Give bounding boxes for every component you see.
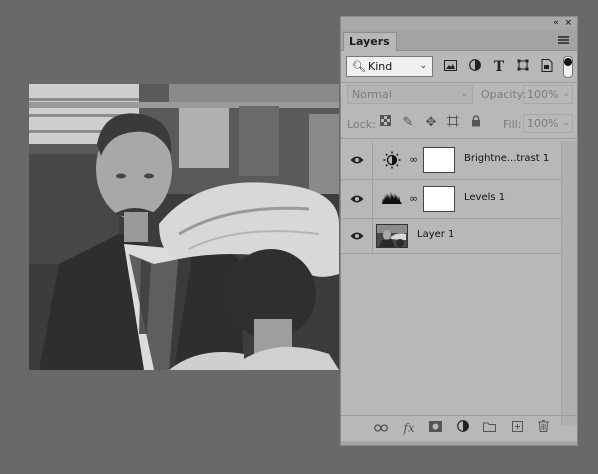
layer-thumbnail [376,224,408,248]
pixel-layer-filter-icon[interactable] [442,59,458,75]
lock-position-icon[interactable]: ✥ [423,115,439,131]
visibility-toggle[interactable] [341,180,373,218]
layer-mask-thumbnail[interactable] [423,186,455,212]
chevron-down-icon: ⌄ [419,61,427,71]
panel-resize-grip[interactable] [341,441,577,445]
new-group-folder-icon[interactable] [481,420,497,436]
visibility-toggle[interactable] [341,219,373,253]
visibility-toggle[interactable] [341,141,373,179]
layers-list: ∞ Brightne...trast 1 ∞ Levels 1 Layer 1 [341,141,561,254]
smart-object-filter-icon[interactable] [539,59,555,75]
eye-icon [350,156,364,164]
panel-title-bar: « × [341,17,577,30]
link-layers-icon[interactable] [373,420,389,436]
layer-row-layer-1[interactable]: Layer 1 [341,219,561,254]
adjustment-layer-filter-icon[interactable] [467,59,483,75]
layer-name: Brightne...trast 1 [464,153,550,164]
fill-label: Fill: [503,118,522,131]
brightness-contrast-icon [381,151,403,169]
hamburger-menu-icon[interactable] [558,36,569,44]
lock-artboard-icon[interactable] [445,115,461,131]
divider [341,138,577,139]
mask-link-icon[interactable]: ∞ [409,153,418,166]
opacity-input[interactable]: 100% ⌄ [523,85,573,104]
chevron-down-icon: ⌄ [460,89,468,99]
fx-layer-style-icon[interactable]: fx [401,420,417,436]
lock-transparent-pixels-icon[interactable] [377,115,393,131]
lock-all-icon[interactable] [468,115,484,131]
panel-bottom-toolbar: fx [341,415,577,440]
search-icon: 🔍︎ [352,60,366,73]
chevron-down-icon: ⌄ [562,118,570,128]
lock-row: Lock: ✎ ✥ Fill: 100% ⌄ [341,114,577,136]
lock-label: Lock: [347,118,376,131]
layer-row-levels[interactable]: ∞ Levels 1 [341,180,561,219]
canvas-photo [29,84,339,370]
filter-kind-dropdown[interactable]: 🔍︎ Kind ⌄ [346,56,433,77]
mask-link-icon[interactable]: ∞ [409,192,418,205]
delete-trash-icon[interactable] [535,420,551,436]
blend-mode-dropdown[interactable]: Normal ⌄ [347,85,473,104]
layer-mask-thumbnail[interactable] [423,147,455,173]
add-mask-icon[interactable] [427,420,443,436]
tab-layers[interactable]: Layers [343,32,397,51]
layer-name: Levels 1 [464,192,506,203]
layer-name: Layer 1 [417,229,455,240]
opacity-label: Opacity: [481,88,527,101]
opacity-value: 100% [527,88,559,101]
divider [341,82,577,83]
layer-row-brightness-contrast[interactable]: ∞ Brightne...trast 1 [341,141,561,180]
filter-kind-label: Kind [368,60,393,73]
chevron-down-icon: ⌄ [562,89,570,99]
fill-input[interactable]: 100% ⌄ [523,114,573,133]
blend-mode-value: Normal [352,88,392,101]
panel-tab-row: Layers [341,30,577,51]
fill-value: 100% [527,117,559,130]
double-chevron-left-icon[interactable]: « [553,17,559,30]
blend-row: Normal ⌄ Opacity: 100% ⌄ [341,85,577,107]
document-canvas-image[interactable] [29,84,339,370]
layers-panel: « × Layers 🔍︎ Kind ⌄ T Normal ⌄ Opacity:… [340,16,578,446]
close-icon[interactable]: × [564,17,572,30]
eye-icon [350,195,364,203]
shape-layer-filter-icon[interactable] [515,59,531,75]
lock-image-pixels-icon[interactable]: ✎ [400,115,416,131]
layer-filter-row: 🔍︎ Kind ⌄ T [341,53,577,81]
type-layer-filter-icon[interactable]: T [491,59,507,75]
new-fill-adjustment-icon[interactable] [455,420,471,436]
eye-icon [350,232,364,240]
levels-histogram-icon [381,190,403,208]
filter-toggle-switch[interactable] [563,56,573,78]
layers-scrollbar[interactable] [561,141,577,426]
new-layer-icon[interactable] [509,420,525,436]
